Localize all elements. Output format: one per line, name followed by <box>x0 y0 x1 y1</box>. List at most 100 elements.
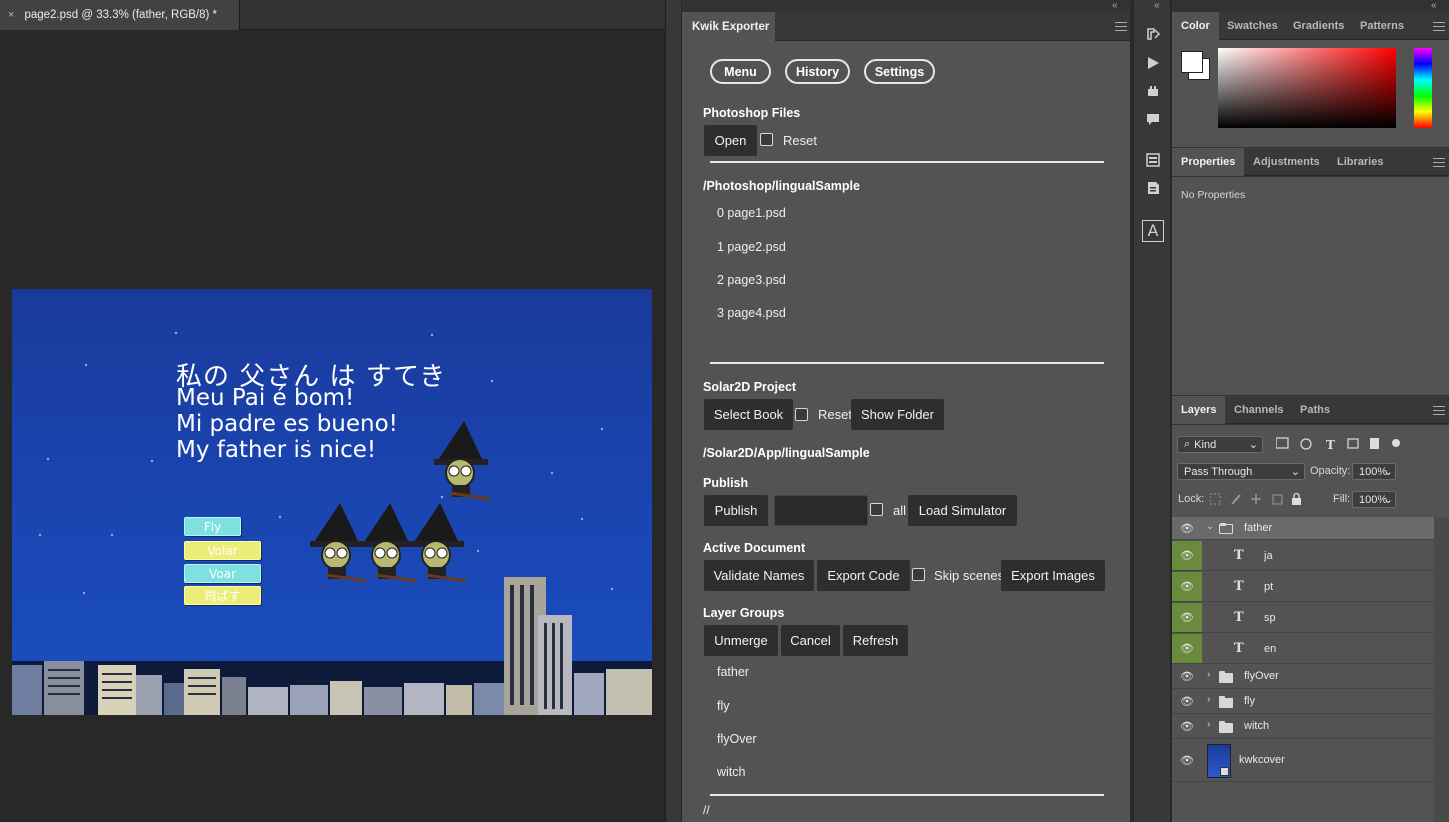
select-book-button[interactable]: Select Book <box>704 399 793 430</box>
foreground-color-swatch[interactable] <box>1181 51 1203 73</box>
layer-row-flyover[interactable]: 👁 › flyOver <box>1172 665 1434 689</box>
eye-icon[interactable]: 👁 <box>1172 715 1202 738</box>
tab-layers[interactable]: Layers <box>1172 396 1226 424</box>
hue-slider[interactable] <box>1414 48 1432 128</box>
tab-color[interactable]: Color <box>1172 12 1219 40</box>
show-folder-button[interactable]: Show Folder <box>851 399 944 430</box>
text-layer-en: My father is nice! <box>176 437 377 463</box>
folder-icon <box>1219 671 1233 683</box>
layer-groups-title: Layer Groups <box>703 606 785 620</box>
opacity-input[interactable]: 100% ⌄ <box>1352 463 1396 480</box>
publish-button[interactable]: Publish <box>704 495 768 526</box>
layer-group-item[interactable]: witch <box>717 765 745 779</box>
layer-row-pt[interactable]: 👁 T pt <box>1172 572 1434 602</box>
history-button[interactable]: History <box>785 59 850 84</box>
load-simulator-button[interactable]: Load Simulator <box>908 495 1017 526</box>
tab-paths[interactable]: Paths <box>1291 396 1339 424</box>
tab-channels[interactable]: Channels <box>1225 396 1293 424</box>
filter-kind-select[interactable]: ⌕ Kind ⌄ <box>1177 436 1263 453</box>
layer-name: kwkcover <box>1239 754 1285 766</box>
tab-patterns[interactable]: Patterns <box>1351 12 1413 40</box>
chevron-right-icon[interactable]: › <box>1207 694 1210 705</box>
cancel-button[interactable]: Cancel <box>781 625 840 656</box>
tab-libraries[interactable]: Libraries <box>1328 148 1392 176</box>
panel-menu-icon[interactable] <box>1433 406 1445 415</box>
eye-icon[interactable]: 👁 <box>1172 517 1202 539</box>
folder-open-icon <box>1219 523 1233 534</box>
eye-icon[interactable]: 👁 <box>1172 690 1202 713</box>
layer-row-fly[interactable]: 👁 › fly <box>1172 690 1434 714</box>
layer-row-father[interactable]: 👁 ⌄ father <box>1172 517 1434 540</box>
tab-swatches[interactable]: Swatches <box>1218 12 1287 40</box>
psd-file-item[interactable]: 1 page2.psd <box>717 240 786 254</box>
lock-icons[interactable] <box>1209 492 1310 506</box>
reset-label: Reset <box>783 133 817 148</box>
tab-kwik-exporter[interactable]: Kwik Exporter <box>682 12 775 41</box>
settings-button[interactable]: Settings <box>864 59 935 84</box>
eye-icon[interactable]: 👁 <box>1172 603 1202 632</box>
layer-name: en <box>1264 643 1277 655</box>
close-icon[interactable]: × <box>8 9 14 21</box>
chevron-right-icon[interactable]: › <box>1207 669 1210 680</box>
psd-file-item[interactable]: 3 page4.psd <box>717 306 786 320</box>
menu-button[interactable]: Menu <box>710 59 771 84</box>
collapse-icon[interactable]: « <box>1112 0 1118 11</box>
plugin-icon[interactable] <box>1145 83 1161 99</box>
document-tab[interactable]: × page2.psd @ 33.3% (father, RGB/8) * <box>0 0 240 30</box>
export-images-button[interactable]: Export Images <box>1001 560 1105 591</box>
tab-adjustments[interactable]: Adjustments <box>1244 148 1329 176</box>
eye-icon[interactable]: 👁 <box>1172 740 1202 781</box>
open-button[interactable]: Open <box>704 125 757 156</box>
chevron-down-icon[interactable]: ⌄ <box>1206 521 1214 532</box>
layer-group-item[interactable]: flyOver <box>717 732 757 746</box>
opacity-label: Opacity: <box>1310 465 1351 477</box>
play-actions-icon[interactable] <box>1145 55 1161 71</box>
eye-icon[interactable]: 👁 <box>1172 541 1202 570</box>
panel-icon-strip: « A <box>1133 0 1171 822</box>
layer-row-sp[interactable]: 👁 T sp <box>1172 603 1434 633</box>
history-icon[interactable] <box>1145 26 1161 42</box>
all-checkbox[interactable] <box>870 503 883 516</box>
fill-input[interactable]: 100% ⌄ <box>1352 491 1396 508</box>
solar-reset-checkbox[interactable] <box>795 408 808 421</box>
filter-kind-value: Kind <box>1194 438 1217 451</box>
color-panel-tabs: Color Swatches Gradients Patterns <box>1172 12 1449 40</box>
refresh-button[interactable]: Refresh <box>843 625 908 656</box>
eye-icon[interactable]: 👁 <box>1172 634 1202 663</box>
panel-menu-icon[interactable] <box>1433 22 1445 31</box>
chevron-right-icon[interactable]: › <box>1207 719 1210 730</box>
skip-scenes-checkbox[interactable] <box>912 568 925 581</box>
lock-artboard-icon <box>1272 494 1283 505</box>
export-code-button[interactable]: Export Code <box>817 560 910 591</box>
unmerge-button[interactable]: Unmerge <box>704 625 778 656</box>
collapse-icon[interactable]: « <box>1154 0 1160 11</box>
canvas-scrollbar[interactable] <box>665 0 681 822</box>
publish-input[interactable] <box>774 495 868 526</box>
blend-mode-select[interactable]: Pass Through ⌄ <box>1177 463 1305 480</box>
eye-icon[interactable]: 👁 <box>1172 572 1202 601</box>
collapse-icon[interactable]: « <box>1431 0 1437 11</box>
comments-icon[interactable] <box>1145 111 1161 127</box>
eye-icon[interactable]: 👁 <box>1172 665 1202 688</box>
layer-row-kwkcover[interactable]: 👁 kwkcover <box>1172 740 1434 782</box>
properties-icon[interactable] <box>1145 152 1161 168</box>
layer-group-item[interactable]: fly <box>717 699 730 713</box>
layer-group-item[interactable]: father <box>717 665 749 679</box>
notes-icon[interactable] <box>1145 180 1161 196</box>
layer-row-en[interactable]: 👁 T en <box>1172 634 1434 664</box>
validate-names-button[interactable]: Validate Names <box>704 560 814 591</box>
artwork-canvas[interactable]: 私の 父さん は すてき Meu Pai é bom! Mi padre es … <box>12 289 652 715</box>
panel-menu-icon[interactable] <box>1433 158 1445 167</box>
psd-file-item[interactable]: 2 page3.psd <box>717 273 786 287</box>
no-properties-text: No Properties <box>1181 189 1246 201</box>
layer-row-witch[interactable]: 👁 › witch <box>1172 715 1434 739</box>
psd-file-item[interactable]: 0 page1.psd <box>717 206 786 220</box>
layers-scrollbar[interactable] <box>1434 517 1449 822</box>
tab-properties[interactable]: Properties <box>1172 148 1245 176</box>
layer-row-ja[interactable]: 👁 T ja <box>1172 541 1434 571</box>
panel-menu-icon[interactable] <box>1115 22 1127 31</box>
tab-gradients[interactable]: Gradients <box>1284 12 1353 40</box>
reset-checkbox[interactable] <box>760 133 773 146</box>
color-field[interactable] <box>1218 48 1396 128</box>
character-icon[interactable]: A <box>1142 220 1164 242</box>
